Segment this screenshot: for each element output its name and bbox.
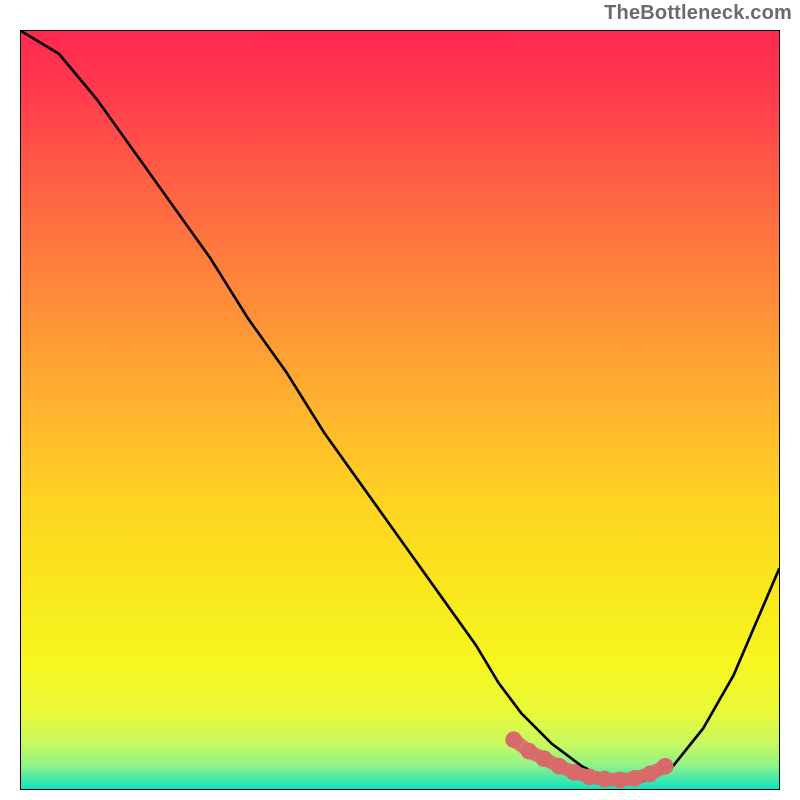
optimal-marker (627, 770, 644, 787)
plot-area (20, 30, 780, 790)
optimal-marker (596, 771, 613, 788)
optimal-marker (581, 769, 598, 786)
optimal-marker (536, 750, 553, 767)
watermark-text: TheBottleneck.com (604, 2, 792, 25)
optimal-marker (521, 743, 538, 760)
optimal-marker (551, 758, 568, 775)
optimal-marker (642, 766, 659, 783)
optimal-markers-group (505, 731, 673, 788)
optimal-marker (611, 772, 628, 789)
chart-container: TheBottleneck.com (0, 0, 800, 800)
optimal-marker (657, 758, 674, 775)
bottleneck-curve-line (21, 31, 779, 781)
plot-lines (21, 31, 779, 789)
optimal-marker (566, 764, 583, 781)
optimal-marker (505, 731, 522, 748)
